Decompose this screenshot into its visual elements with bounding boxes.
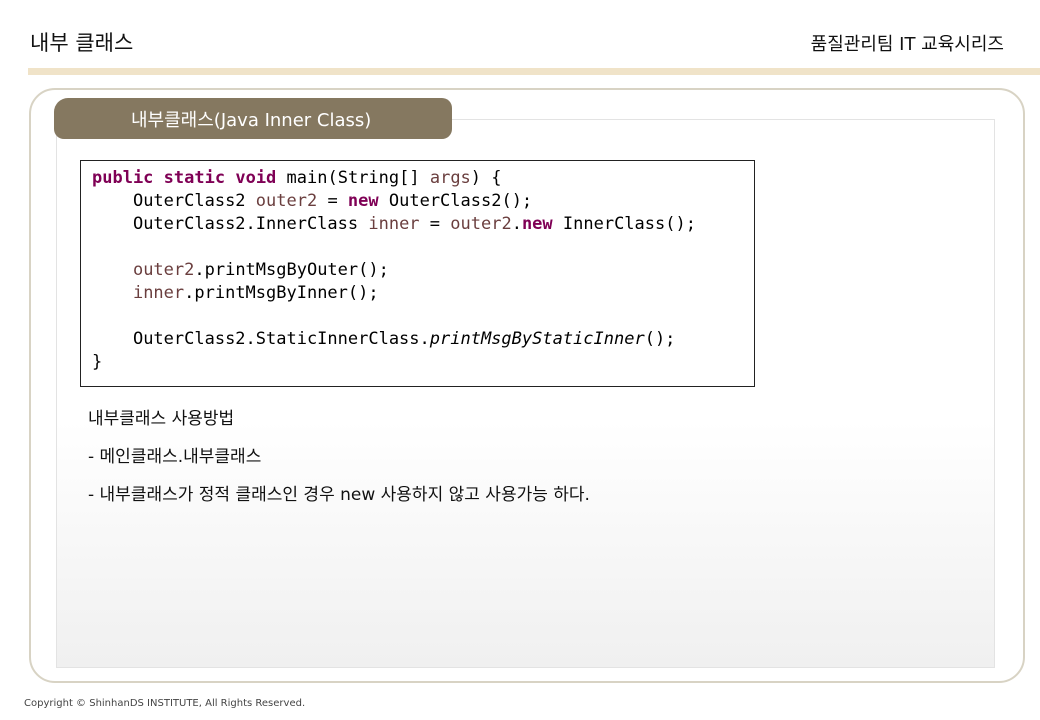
code-text: .printMsgByOuter(); <box>194 260 389 280</box>
code-text: OuterClass2.InnerClass <box>132 214 369 234</box>
code-text: OuterClass2(); <box>378 191 533 211</box>
code-keyword: static <box>163 168 226 188</box>
code-line: } <box>92 351 754 374</box>
code-line: public static void main(String[] args) { <box>92 167 754 190</box>
copyright-text: Copyright © ShinhanDS INSTITUTE, All Rig… <box>24 698 306 709</box>
code-text: main(String[] <box>286 168 430 188</box>
code-text: .printMsgByInner(); <box>184 283 379 303</box>
notes-list: 내부클래스 사용방법 - 메인클래스.내부클래스 - 내부클래스가 정적 클래스… <box>88 407 590 521</box>
code-variable: inner <box>368 214 420 234</box>
section-tab-label: 내부클래스(Java Inner Class) <box>131 109 372 131</box>
code-keyword: new <box>521 214 553 234</box>
code-block: public static void main(String[] args) {… <box>80 160 755 387</box>
code-text: . <box>511 214 522 234</box>
code-keyword: public <box>92 168 154 188</box>
code-text: OuterClass2.StaticInnerClass. <box>132 329 430 349</box>
code-variable: outer2 <box>255 191 318 211</box>
code-keyword: new <box>347 191 379 211</box>
code-text: OuterClass2 <box>132 191 256 211</box>
note-heading: 내부클래스 사용방법 <box>88 409 235 429</box>
code-text: = <box>419 214 451 234</box>
code-text: } <box>92 352 103 372</box>
code-keyword: void <box>235 168 277 188</box>
code-line: inner.printMsgByInner(); <box>92 282 754 305</box>
code-variable: inner <box>132 283 185 303</box>
code-line: outer2.printMsgByOuter(); <box>92 259 754 282</box>
note-item: - 메인클래스.내부클래스 <box>88 447 262 467</box>
section-tab: 내부클래스(Java Inner Class) <box>54 98 452 139</box>
code-variable: args <box>429 168 471 188</box>
code-line: OuterClass2.InnerClass inner = outer2.ne… <box>92 213 754 236</box>
code-static-method: printMsgByStaticInner <box>429 329 645 349</box>
code-text: = <box>317 191 348 211</box>
series-label: 품질관리팀 IT 교육시리즈 <box>810 34 1004 55</box>
code-text: InnerClass(); <box>552 214 696 234</box>
code-text: (); <box>644 329 676 349</box>
code-line: OuterClass2 outer2 = new OuterClass2(); <box>92 190 754 213</box>
code-variable: outer2 <box>132 260 195 280</box>
code-text: ) { <box>470 168 502 188</box>
note-item: - 내부클래스가 정적 클래스인 경우 new 사용하지 않고 사용가능 하다. <box>88 485 590 505</box>
code-line: OuterClass2.StaticInnerClass.printMsgByS… <box>92 328 754 351</box>
code-variable: outer2 <box>450 214 512 234</box>
slide-title: 내부 클래스 <box>30 31 134 55</box>
header-divider <box>28 68 1040 75</box>
